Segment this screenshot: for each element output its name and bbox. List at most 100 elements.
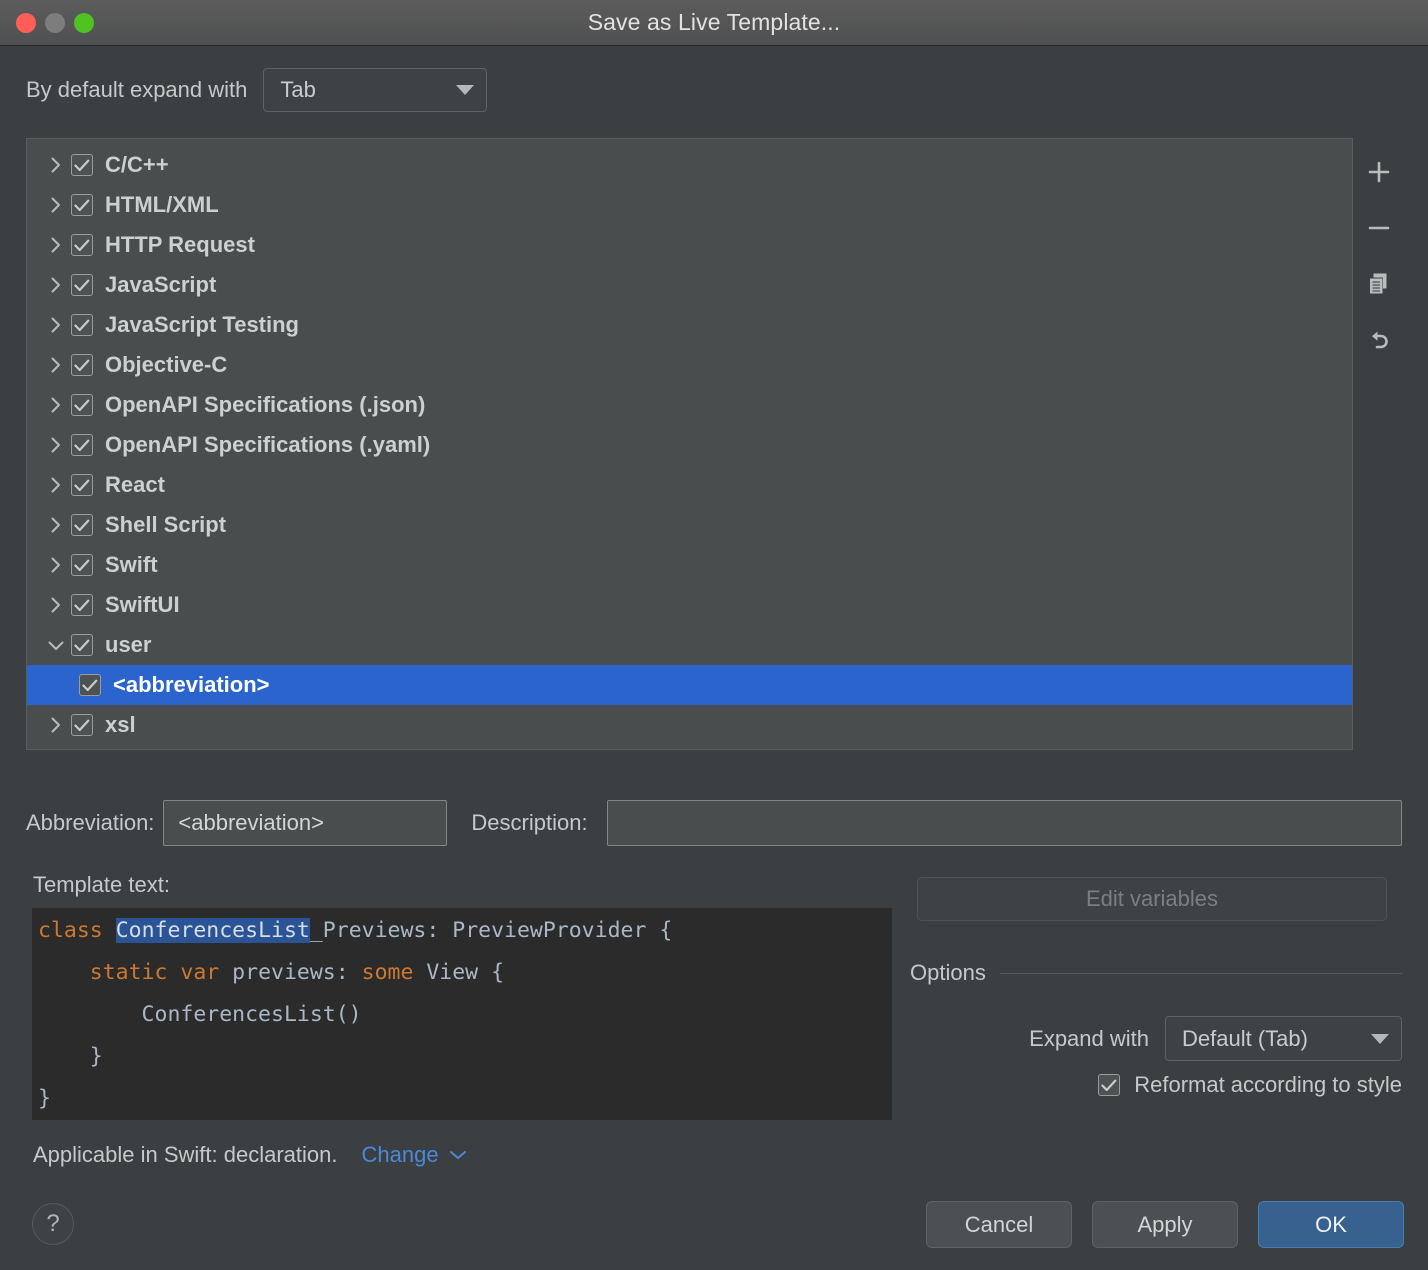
ok-button[interactable]: OK	[1258, 1201, 1404, 1248]
tree-item-template[interactable]: <abbreviation>	[27, 665, 1352, 705]
tree-expand-toggle[interactable]	[41, 515, 71, 535]
tree-item-group[interactable]: JavaScript	[27, 265, 1352, 305]
tree-item-checkbox[interactable]	[71, 354, 93, 376]
tree-expand-toggle[interactable]	[41, 475, 71, 495]
tree-expand-toggle[interactable]	[41, 355, 71, 375]
tree-item-checkbox[interactable]	[71, 594, 93, 616]
code-token: View {	[413, 960, 505, 985]
code-line: class ConferencesList_Previews: PreviewP…	[38, 910, 892, 952]
tree-expand-toggle[interactable]	[41, 195, 71, 215]
tree-item-label: OpenAPI Specifications (.yaml)	[105, 432, 431, 457]
tree-item-group[interactable]: HTTP Request	[27, 225, 1352, 265]
cancel-label: Cancel	[964, 1211, 1034, 1237]
chevron-right-icon	[51, 397, 60, 413]
apply-button[interactable]: Apply	[1092, 1201, 1238, 1248]
edit-variables-button[interactable]: Edit variables	[917, 877, 1387, 921]
change-link-label: Change	[361, 1142, 439, 1167]
tree-item-label: <abbreviation>	[113, 672, 270, 697]
tree-item-checkbox[interactable]	[71, 154, 93, 176]
add-template-button[interactable]	[1359, 152, 1399, 192]
chevron-right-icon	[51, 157, 60, 173]
tree-toolbar	[1355, 138, 1402, 750]
code-line: }	[38, 1078, 892, 1120]
expand-with-label: Expand with	[1029, 1025, 1149, 1051]
tree-item-checkbox[interactable]	[71, 474, 93, 496]
tree-item-label: HTML/XML	[105, 192, 219, 217]
tree-item-checkbox[interactable]	[71, 194, 93, 216]
tree-item-label: React	[105, 472, 165, 497]
template-text-editor[interactable]: class ConferencesList_Previews: PreviewP…	[32, 908, 892, 1120]
minimize-button[interactable]	[45, 13, 65, 33]
reformat-checkbox[interactable]	[1098, 1074, 1121, 1096]
code-token: _Previews: PreviewProvider {	[309, 918, 673, 943]
cancel-button[interactable]: Cancel	[926, 1201, 1072, 1248]
tree-expand-toggle[interactable]	[41, 555, 71, 575]
chevron-down-icon	[48, 641, 64, 650]
tree-item-group[interactable]: user	[27, 625, 1352, 665]
reformat-option-row[interactable]: Reformat according to style	[910, 1072, 1402, 1098]
code-token: }	[38, 1044, 103, 1069]
tree-item-group[interactable]: SwiftUI	[27, 585, 1352, 625]
chevron-right-icon	[51, 717, 60, 733]
tree-item-group[interactable]: HTML/XML	[27, 185, 1352, 225]
tree-item-checkbox[interactable]	[71, 514, 93, 536]
traffic-lights	[16, 13, 94, 33]
chevron-right-icon	[51, 477, 60, 493]
chevron-right-icon	[51, 197, 60, 213]
zoom-button[interactable]	[74, 13, 94, 33]
description-input[interactable]	[606, 800, 1402, 846]
ok-label: OK	[1315, 1211, 1347, 1237]
tree-item-checkbox[interactable]	[71, 714, 93, 736]
change-context-link[interactable]: Change	[362, 1142, 467, 1168]
tree-expand-toggle[interactable]	[41, 715, 71, 735]
help-button[interactable]: ?	[32, 1203, 74, 1245]
expand-with-dropdown[interactable]: Default (Tab)	[1165, 1016, 1402, 1061]
window-title-bar: Save as Live Template...	[0, 0, 1428, 46]
apply-label: Apply	[1137, 1211, 1193, 1237]
remove-template-button[interactable]	[1359, 208, 1399, 248]
tree-expand-toggle[interactable]	[41, 275, 71, 295]
chevron-right-icon	[51, 517, 60, 533]
tree-item-group[interactable]: OpenAPI Specifications (.json)	[27, 385, 1352, 425]
chevron-down-icon	[449, 1151, 466, 1159]
tree-item-label: HTTP Request	[105, 232, 255, 257]
tree-item-group[interactable]: Shell Script	[27, 505, 1352, 545]
reformat-label: Reformat according to style	[1134, 1072, 1402, 1097]
tree-item-checkbox[interactable]	[71, 634, 93, 656]
tree-item-checkbox[interactable]	[71, 394, 93, 416]
default-expand-with-dropdown[interactable]: Tab	[263, 68, 488, 112]
revert-template-button[interactable]	[1359, 320, 1399, 360]
options-section-header: Options	[910, 960, 1402, 986]
tree-item-checkbox[interactable]	[71, 434, 93, 456]
tree-item-checkbox[interactable]	[79, 674, 101, 696]
tree-item-label: Shell Script	[105, 512, 227, 537]
tree-expand-toggle[interactable]	[41, 155, 71, 175]
abbreviation-label: Abbreviation:	[26, 810, 155, 835]
tree-item-checkbox[interactable]	[71, 314, 93, 336]
options-title: Options	[910, 960, 986, 985]
tree-item-group[interactable]: OpenAPI Specifications (.yaml)	[27, 425, 1352, 465]
abbreviation-input[interactable]: <abbreviation>	[163, 800, 448, 846]
tree-item-checkbox[interactable]	[71, 234, 93, 256]
tree-expand-toggle[interactable]	[41, 595, 71, 615]
tree-item-group[interactable]: xsl	[27, 705, 1352, 745]
tree-item-group[interactable]: React	[27, 465, 1352, 505]
tree-item-group[interactable]: Swift	[27, 545, 1352, 585]
template-group-tree[interactable]: C/C++ HTML/XML HTTP Request JavaScript JavaS…	[26, 138, 1353, 750]
close-button[interactable]	[16, 13, 36, 33]
chevron-right-icon	[51, 597, 60, 613]
duplicate-template-button[interactable]	[1359, 264, 1399, 304]
tree-expand-toggle[interactable]	[41, 235, 71, 255]
tree-item-checkbox[interactable]	[71, 554, 93, 576]
tree-item-group[interactable]: C/C++	[27, 145, 1352, 185]
tree-item-checkbox[interactable]	[71, 274, 93, 296]
tree-item-group[interactable]: Objective-C	[27, 345, 1352, 385]
tree-expand-toggle[interactable]	[41, 315, 71, 335]
tree-expand-toggle[interactable]	[41, 395, 71, 415]
description-label: Description:	[471, 810, 588, 835]
tree-expand-toggle[interactable]	[41, 638, 71, 652]
applicable-text: Applicable in Swift: declaration.	[33, 1142, 338, 1167]
tree-expand-toggle[interactable]	[41, 435, 71, 455]
tree-item-group[interactable]: JavaScript Testing	[27, 305, 1352, 345]
